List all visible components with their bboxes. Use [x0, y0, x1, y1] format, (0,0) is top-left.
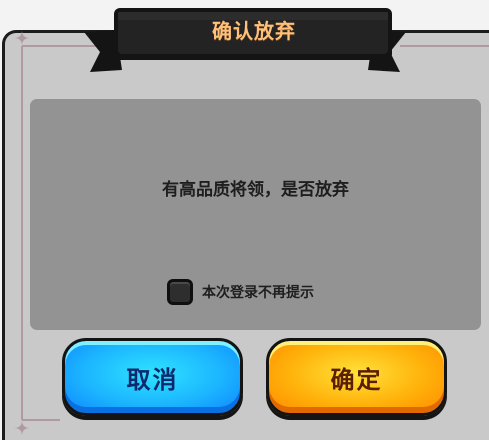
abandon-dialog: 确认放弃 有高品质将领，是否放弃 本次登录不再提示 取消 确定	[0, 0, 489, 440]
confirm-button[interactable]: 确定	[266, 338, 447, 416]
dialog-message: 有高品质将领，是否放弃	[162, 180, 349, 200]
cancel-button[interactable]: 取消	[62, 338, 243, 416]
corner-ornament-icon	[14, 30, 30, 46]
dont-show-again-row[interactable]: 本次登录不再提示	[167, 277, 314, 307]
dont-show-again-label: 本次登录不再提示	[202, 285, 314, 301]
message-box: 有高品质将领，是否放弃 本次登录不再提示	[30, 99, 481, 330]
dont-show-again-checkbox[interactable]	[167, 279, 193, 305]
dialog-title: 确认放弃	[212, 19, 296, 43]
